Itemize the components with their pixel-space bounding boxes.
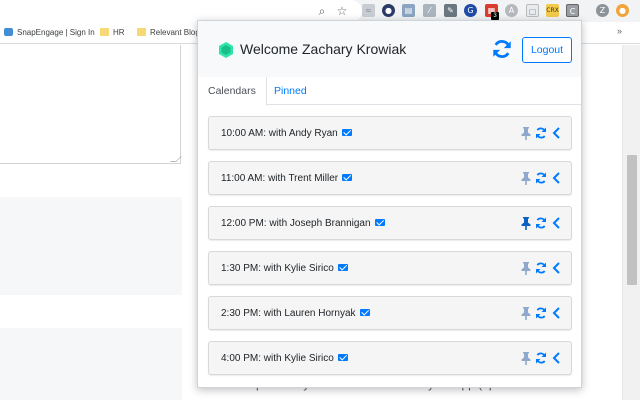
folder-icon	[137, 28, 146, 36]
extension-icon-11[interactable]: ●	[616, 4, 629, 17]
extension-popup: Welcome Zachary Krowiak Logout Calendars…	[197, 20, 582, 388]
bookmark-label: SnapEngage | Sign In	[17, 28, 95, 37]
content-block	[0, 328, 182, 400]
pin-icon[interactable]	[520, 351, 532, 365]
extension-icon-4[interactable]: ⁄	[423, 4, 436, 17]
tab-pinned[interactable]: Pinned	[264, 77, 317, 105]
address-bar[interactable]	[0, 0, 362, 22]
text-area[interactable]	[0, 45, 182, 164]
event-item[interactable]: 2:30 PM: with Lauren Hornyak	[208, 296, 572, 330]
resize-handle[interactable]	[170, 156, 182, 162]
envelope-icon[interactable]	[374, 219, 385, 226]
extension-icon-2[interactable]: ●	[382, 4, 395, 17]
refresh-icon[interactable]	[535, 126, 547, 140]
extension-badge: 3	[491, 12, 499, 20]
chevron-left-icon[interactable]	[551, 216, 563, 230]
bookmark-snapengage[interactable]: SnapEngage | Sign In	[4, 26, 95, 40]
scrollbar-thumb[interactable]	[627, 155, 637, 285]
event-item[interactable]: 12:00 PM: with Joseph Brannigan	[208, 206, 572, 240]
refresh-icon[interactable]	[535, 216, 547, 230]
chevron-left-icon[interactable]	[551, 351, 563, 365]
pin-icon-active[interactable]	[520, 216, 532, 230]
refresh-icon[interactable]	[535, 261, 547, 275]
event-label: 4:00 PM: with Kylie Sirico	[221, 353, 348, 364]
event-label: 2:30 PM: with Lauren Hornyak	[221, 308, 370, 319]
envelope-icon[interactable]	[342, 174, 353, 181]
app-logo-icon	[219, 42, 233, 58]
extension-icon-3[interactable]: ▤	[402, 4, 415, 17]
refresh-icon[interactable]	[535, 306, 547, 320]
zoom-icon[interactable]: ⌕	[314, 3, 330, 19]
pin-icon[interactable]	[520, 126, 532, 140]
event-label: 12:00 PM: with Joseph Brannigan	[221, 218, 385, 229]
pin-icon[interactable]	[520, 171, 532, 185]
extension-icon-active[interactable]: C	[566, 4, 579, 17]
event-text: 12:00 PM: with Joseph Brannigan	[221, 218, 371, 229]
folder-icon	[100, 28, 109, 36]
pin-icon[interactable]	[520, 306, 532, 320]
bookmark-label: HR	[113, 28, 125, 37]
snapengage-icon	[4, 28, 13, 36]
event-text: 4:00 PM: with Kylie Sirico	[221, 353, 334, 364]
chevron-left-icon[interactable]	[551, 306, 563, 320]
page-scrollbar[interactable]	[622, 45, 640, 400]
browser-toolbar: ⌕ ☆ ≈ ● ▤ ⁄ ✎ G ▦ 3 A ▢ CRX C Z ●	[0, 0, 640, 22]
extension-icon-6[interactable]: G	[464, 4, 477, 17]
tab-calendars[interactable]: Calendars	[198, 77, 267, 106]
event-text: 10:00 AM: with Andy Ryan	[221, 128, 338, 139]
bookmark-relevant-blog[interactable]: Relevant Blog	[137, 26, 200, 40]
event-label: 1:30 PM: with Kylie Sirico	[221, 263, 348, 274]
bookmarks-overflow-button[interactable]: »	[617, 26, 622, 36]
event-text: 1:30 PM: with Kylie Sirico	[221, 263, 334, 274]
content-block	[0, 197, 182, 295]
popup-header: Welcome Zachary Krowiak Logout	[198, 21, 581, 77]
envelope-icon[interactable]	[359, 309, 370, 316]
envelope-icon[interactable]	[337, 264, 348, 271]
envelope-icon[interactable]	[337, 354, 348, 361]
chevron-left-icon[interactable]	[551, 261, 563, 275]
bookmark-hr[interactable]: HR	[100, 26, 125, 40]
refresh-icon[interactable]	[535, 171, 547, 185]
event-item[interactable]: 1:30 PM: with Kylie Sirico	[208, 251, 572, 285]
event-label: 10:00 AM: with Andy Ryan	[221, 128, 352, 139]
chevron-left-icon[interactable]	[551, 126, 563, 140]
extension-icon-8[interactable]: A	[505, 4, 518, 17]
extension-icon-9[interactable]: ▢	[526, 4, 539, 17]
extension-icon-5[interactable]: ✎	[444, 4, 457, 17]
pin-icon[interactable]	[520, 261, 532, 275]
extension-icon-10[interactable]: CRX	[546, 4, 559, 17]
event-item[interactable]: 11:00 AM: with Trent Miller	[208, 161, 572, 195]
welcome-heading: Welcome Zachary Krowiak	[240, 41, 407, 57]
avatar[interactable]: Z	[596, 4, 609, 17]
star-icon[interactable]: ☆	[334, 3, 350, 19]
event-item[interactable]: 4:00 PM: with Kylie Sirico	[208, 341, 572, 375]
refresh-all-icon[interactable]	[491, 38, 513, 60]
event-label: 11:00 AM: with Trent Miller	[221, 173, 353, 184]
extension-icon-1[interactable]: ≈	[362, 4, 375, 17]
event-text: 2:30 PM: with Lauren Hornyak	[221, 308, 356, 319]
bookmark-label: Relevant Blog	[150, 28, 200, 37]
envelope-icon[interactable]	[341, 129, 352, 136]
event-item[interactable]: 10:00 AM: with Andy Ryan	[208, 116, 572, 150]
event-text: 11:00 AM: with Trent Miller	[221, 173, 339, 184]
refresh-icon[interactable]	[535, 351, 547, 365]
logout-button[interactable]: Logout	[522, 37, 572, 63]
chevron-left-icon[interactable]	[551, 171, 563, 185]
popup-tabs: Calendars Pinned	[198, 77, 581, 106]
